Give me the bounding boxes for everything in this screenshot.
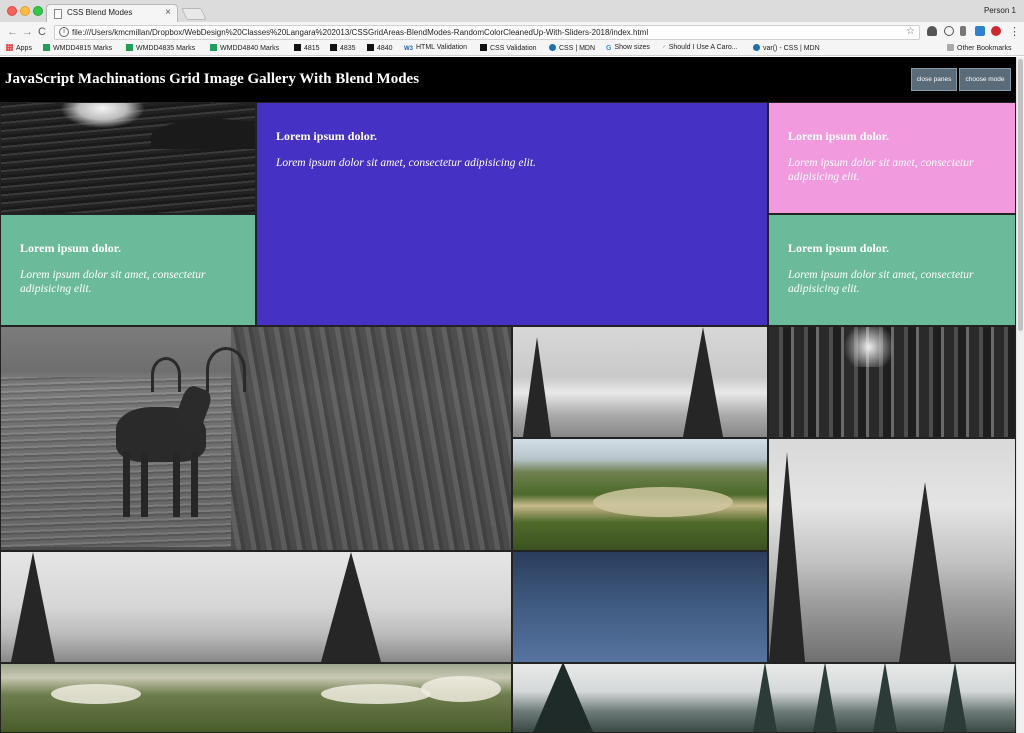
panel-text: Lorem ipsum dolor sit amet, consectetur …: [20, 269, 206, 295]
extension-icon[interactable]: [927, 26, 937, 36]
sheets-icon: [126, 44, 133, 51]
bookmark-wmdd4840[interactable]: WMDD4840 Marks: [210, 44, 279, 52]
minimize-window-button[interactable]: [20, 6, 30, 16]
reload-icon[interactable]: C: [38, 25, 46, 39]
panel-heading: Lorem ipsum dolor.: [20, 241, 122, 255]
url-text[interactable]: file:///Users/kmcmillan/Dropbox/WebDesig…: [72, 28, 648, 37]
panel-heading: Lorem ipsum dolor.: [788, 241, 890, 255]
page-header: JavaScript Machinations Grid Image Galle…: [0, 57, 1016, 102]
k-icon: [330, 44, 337, 51]
panel-text: Lorem ipsum dolor sit amet, consectetur …: [276, 157, 536, 169]
pinterest-icon[interactable]: [991, 26, 1001, 36]
gallery-image-ocean-waves[interactable]: [0, 102, 256, 214]
validator-icon: [480, 44, 487, 51]
k-icon: [294, 44, 301, 51]
bookmark-star-icon[interactable]: ☆: [906, 26, 915, 37]
text-panel-pink[interactable]: Lorem ipsum dolor. Lorem ipsum dolor sit…: [768, 102, 1016, 214]
bookmark-wmdd4815[interactable]: WMDD4815 Marks: [43, 44, 112, 52]
panel-heading: Lorem ipsum dolor.: [788, 129, 890, 143]
profile-name[interactable]: Person 1: [984, 6, 1016, 15]
gallery-image-foggy-pines[interactable]: [0, 551, 512, 663]
gallery-image-cloudy-valley[interactable]: [0, 663, 512, 733]
panel-heading: Lorem ipsum dolor.: [276, 129, 378, 143]
bookmark-show-sizes[interactable]: G Show sizes: [606, 44, 650, 52]
mdn-icon: [549, 44, 556, 51]
bookmark-carousel[interactable]: ◜ Should I Use A Caro...: [663, 44, 738, 52]
caniuse-icon: ◜: [663, 45, 666, 52]
gallery-image-misty-mountain[interactable]: [768, 438, 1016, 663]
page-icon: [54, 9, 62, 19]
close-window-button[interactable]: [7, 6, 17, 16]
extension-icon[interactable]: [960, 26, 966, 36]
bookmark-css-validation[interactable]: CSS Validation: [480, 44, 537, 52]
text-panel-green-right[interactable]: Lorem ipsum dolor. Lorem ipsum dolor sit…: [768, 214, 1016, 326]
address-bar[interactable]: i file:///Users/kmcmillan/Dropbox/WebDes…: [54, 25, 920, 40]
window-titlebar: CSS Blend Modes × Person 1: [0, 0, 1024, 22]
bookmarks-bar: Apps WMDD4815 Marks WMDD4835 Marks WMDD4…: [0, 42, 1024, 56]
choose-mode-button[interactable]: choose mode: [959, 68, 1011, 91]
extension-icon[interactable]: [975, 26, 985, 36]
tab-close-icon[interactable]: ×: [165, 7, 171, 19]
tab-title: CSS Blend Modes: [67, 8, 133, 17]
panel-text: Lorem ipsum dolor sit amet, consectetur …: [788, 269, 974, 295]
sheets-icon: [210, 44, 217, 51]
close-panes-button[interactable]: close panes: [911, 68, 957, 91]
back-arrow-icon[interactable]: ←: [7, 25, 18, 39]
panel-text: Lorem ipsum dolor sit amet, consectetur …: [788, 157, 974, 183]
sheets-icon: [43, 44, 50, 51]
google-icon: G: [606, 45, 612, 52]
forward-arrow-icon[interactable]: →: [22, 25, 33, 39]
gallery-image-forest-fog[interactable]: [512, 663, 1016, 733]
k-icon: [367, 44, 374, 51]
scrollbar-thumb[interactable]: [1018, 59, 1023, 331]
bookmark-4840[interactable]: 4840: [367, 44, 393, 52]
bookmark-other[interactable]: Other Bookmarks: [947, 44, 1011, 52]
text-panel-green-left[interactable]: Lorem ipsum dolor. Lorem ipsum dolor sit…: [0, 214, 256, 326]
gallery-image-lake-islands[interactable]: [512, 438, 768, 551]
bookmark-css-mdn[interactable]: CSS | MDN: [549, 44, 595, 52]
bookmark-var-mdn[interactable]: var() - CSS | MDN: [753, 44, 820, 52]
mdn-icon: [753, 44, 760, 51]
browser-toolbar: ← → C i file:///Users/kmcmillan/Dropbox/…: [0, 22, 1024, 42]
gallery-image-blue-sky[interactable]: [512, 551, 768, 663]
folder-icon: [947, 44, 954, 51]
extension-icon[interactable]: [944, 26, 954, 36]
gallery-image-dark-forest[interactable]: [768, 326, 1016, 438]
page-title: JavaScript Machinations Grid Image Galle…: [5, 71, 420, 87]
w3c-icon: W3: [404, 46, 413, 52]
gallery-image-snowy-peaks[interactable]: [512, 326, 768, 438]
bookmark-apps[interactable]: Apps: [6, 44, 32, 52]
gallery-grid: Lorem ipsum dolor. Lorem ipsum dolor sit…: [0, 102, 1016, 733]
apps-grid-icon: [6, 44, 13, 51]
browser-tab-active[interactable]: CSS Blend Modes ×: [46, 4, 178, 22]
new-tab-button[interactable]: [181, 8, 207, 20]
bookmark-4835[interactable]: 4835: [330, 44, 356, 52]
bookmark-html-validation[interactable]: W3 HTML Validation: [404, 44, 467, 53]
info-icon[interactable]: i: [59, 27, 69, 37]
text-panel-purple[interactable]: Lorem ipsum dolor. Lorem ipsum dolor sit…: [256, 102, 768, 326]
bookmark-wmdd4835[interactable]: WMDD4835 Marks: [126, 44, 195, 52]
page-scrollbar[interactable]: [1016, 57, 1024, 733]
gallery-image-elk[interactable]: [0, 326, 512, 551]
menu-icon[interactable]: ⋮: [1009, 25, 1020, 39]
maximize-window-button[interactable]: [33, 6, 43, 16]
bookmark-4815[interactable]: 4815: [294, 44, 320, 52]
